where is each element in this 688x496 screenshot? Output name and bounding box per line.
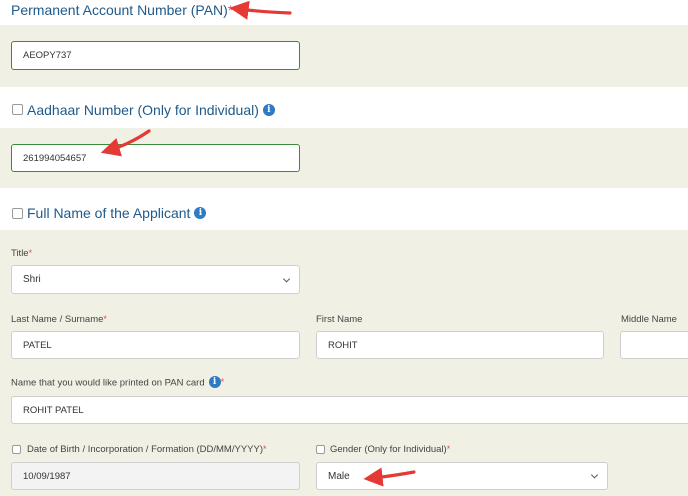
required-mark: * bbox=[103, 314, 107, 324]
pan-card-name-label: Name that you would like printed on PAN … bbox=[11, 376, 225, 389]
title-select-value: Shri bbox=[23, 274, 41, 285]
title-select[interactable]: Shri bbox=[11, 265, 300, 294]
last-name-input[interactable] bbox=[23, 339, 299, 351]
last-name-field[interactable] bbox=[11, 331, 300, 359]
aadhaar-section-title: Aadhaar Number (Only for Individual) i bbox=[27, 102, 275, 118]
required-mark: * bbox=[227, 2, 234, 18]
gender-label-text: Gender (Only for Individual) bbox=[330, 444, 447, 455]
middle-name-field[interactable] bbox=[620, 331, 688, 359]
title-label-text: Title bbox=[11, 248, 29, 259]
pan-input[interactable] bbox=[23, 50, 299, 61]
first-name-field[interactable] bbox=[316, 331, 604, 359]
chevron-down-icon bbox=[282, 274, 291, 283]
gender-checkbox[interactable] bbox=[316, 445, 325, 454]
last-name-label-text: Last Name / Surname bbox=[11, 314, 104, 325]
dob-checkbox[interactable] bbox=[12, 445, 21, 454]
pan-card-name-input[interactable] bbox=[23, 404, 688, 416]
pan-section-title: Permanent Account Number (PAN)* bbox=[11, 2, 233, 18]
gender-select[interactable]: Male bbox=[316, 462, 608, 490]
aadhaar-title-text: Aadhaar Number (Only for Individual) bbox=[27, 102, 259, 118]
required-mark: * bbox=[446, 444, 451, 454]
info-icon[interactable]: i bbox=[208, 376, 221, 388]
aadhaar-input[interactable] bbox=[23, 152, 299, 164]
required-mark: * bbox=[28, 248, 33, 258]
dob-label: Date of Birth / Incorporation / Formatio… bbox=[27, 444, 267, 455]
pan-field[interactable] bbox=[11, 41, 300, 70]
fullname-section-title: Full Name of the Applicant i bbox=[27, 205, 207, 221]
title-label: Title* bbox=[11, 248, 32, 259]
fullname-title-text: Full Name of the Applicant bbox=[27, 205, 191, 221]
aadhaar-field[interactable] bbox=[11, 144, 300, 172]
dob-field[interactable] bbox=[11, 462, 300, 490]
middle-name-input[interactable] bbox=[632, 339, 688, 351]
aadhaar-checkbox[interactable] bbox=[12, 104, 23, 115]
fullname-checkbox[interactable] bbox=[12, 208, 23, 219]
pan-card-name-field[interactable] bbox=[11, 396, 688, 424]
dob-label-text: Date of Birth / Incorporation / Formatio… bbox=[27, 444, 263, 455]
required-mark: * bbox=[220, 377, 225, 387]
dob-input[interactable] bbox=[23, 470, 299, 482]
first-name-label: First Name bbox=[316, 314, 362, 325]
chevron-down-icon bbox=[590, 471, 599, 479]
pan-title-text: Permanent Account Number (PAN) bbox=[11, 2, 228, 18]
first-name-input[interactable] bbox=[328, 339, 603, 351]
gender-label: Gender (Only for Individual)* bbox=[330, 444, 450, 455]
pan-card-name-label-text: Name that you would like printed on PAN … bbox=[11, 377, 205, 389]
required-mark: * bbox=[263, 444, 267, 454]
gender-select-value: Male bbox=[328, 470, 350, 482]
first-name-label-text: First Name bbox=[316, 314, 363, 325]
info-icon[interactable]: i bbox=[262, 104, 275, 117]
info-icon[interactable]: i bbox=[194, 207, 207, 220]
last-name-label: Last Name / Surname* bbox=[11, 314, 107, 325]
middle-name-label: Middle Name bbox=[621, 314, 677, 325]
middle-name-label-text: Middle Name bbox=[621, 314, 677, 325]
